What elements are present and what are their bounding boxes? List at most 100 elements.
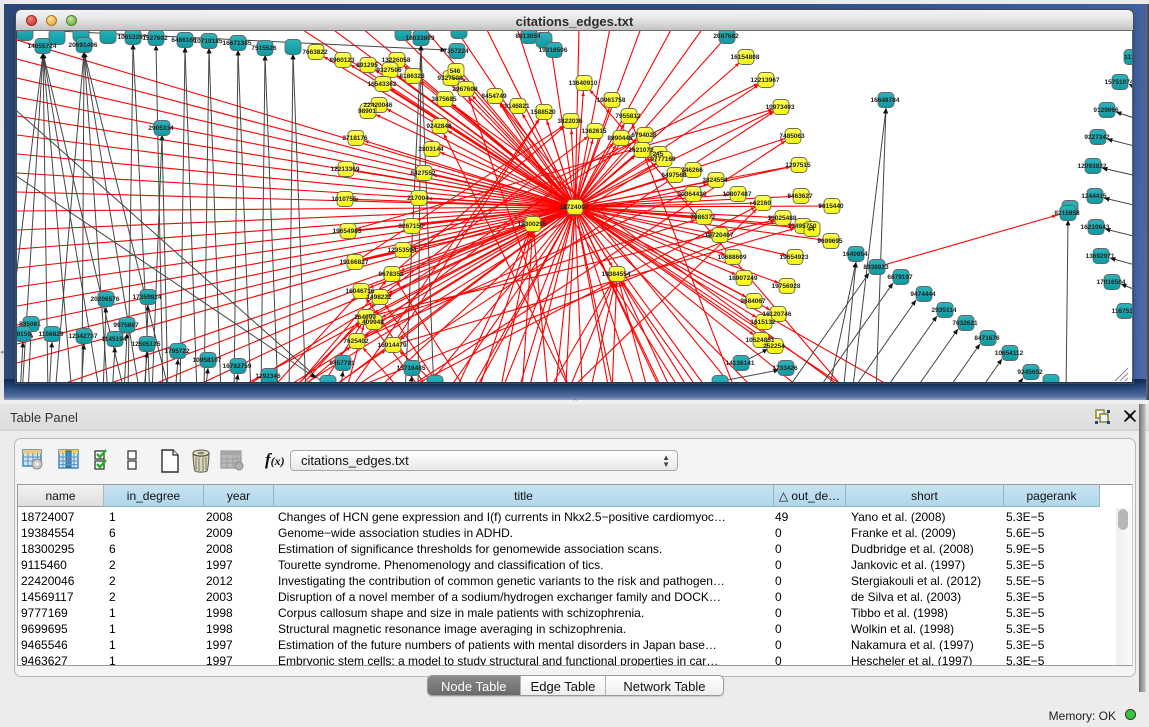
svg-text:7663822: 7663822 (302, 49, 328, 56)
svg-text:9777169: 9777169 (650, 156, 676, 163)
svg-text:19756928: 19756928 (772, 283, 801, 290)
svg-text:6497568: 6497568 (661, 172, 687, 179)
svg-text:2087682: 2087682 (713, 33, 739, 40)
svg-text:1640954: 1640954 (842, 251, 868, 258)
svg-text:10958107: 10958107 (193, 357, 222, 364)
svg-text:1733426: 1733426 (772, 365, 798, 372)
svg-text:9327506: 9327506 (376, 67, 402, 74)
svg-text:1362615: 1362615 (581, 128, 607, 135)
svg-text:7515526: 7515526 (251, 45, 277, 52)
svg-text:9463627: 9463627 (787, 193, 813, 200)
svg-text:13226058: 13226058 (382, 57, 411, 64)
svg-text:7357224: 7357224 (443, 48, 469, 55)
svg-text:6879197: 6879197 (887, 274, 913, 281)
svg-text:2967608: 2967608 (452, 86, 478, 93)
svg-text:16543362: 16543362 (368, 81, 397, 88)
svg-text:9327508: 9327508 (437, 75, 463, 82)
svg-text:409948: 409948 (362, 319, 384, 326)
svg-text:546: 546 (450, 68, 461, 75)
svg-text:19218506: 19218506 (539, 47, 568, 54)
svg-text:7485063: 7485063 (779, 133, 805, 140)
svg-text:9245652: 9245652 (1017, 369, 1043, 376)
svg-text:44: 44 (807, 226, 815, 233)
svg-text:1297515: 1297515 (785, 162, 811, 169)
svg-text:1527602: 1527602 (142, 35, 168, 42)
svg-text:2718176: 2718176 (342, 135, 368, 142)
svg-text:1156829: 1156829 (39, 331, 64, 338)
svg-text:10025488: 10025488 (768, 215, 797, 222)
svg-text:19654923: 19654923 (780, 254, 809, 261)
svg-text:8990448: 8990448 (607, 135, 633, 142)
svg-text:17016504: 17016504 (1097, 279, 1126, 286)
svg-text:9975867: 9975867 (113, 322, 139, 329)
svg-text:12213369: 12213369 (331, 166, 360, 173)
svg-text:1244415: 1244415 (1081, 193, 1107, 200)
svg-text:12505135: 12505135 (132, 341, 161, 348)
svg-text:16671385: 16671385 (223, 40, 252, 47)
svg-text:252254: 252254 (763, 343, 785, 350)
svg-text:12093832: 12093832 (1078, 163, 1107, 170)
svg-text:9815440: 9815440 (818, 203, 844, 210)
svg-text:835061: 835061 (19, 321, 41, 328)
svg-text:8678352: 8678352 (378, 271, 404, 278)
svg-text:9474444: 9474444 (910, 291, 936, 298)
svg-text:2803144: 2803144 (418, 146, 444, 153)
svg-text:3267150: 3267150 (398, 223, 424, 230)
svg-text:7986372: 7986372 (690, 214, 716, 221)
svg-text:7625402: 7625402 (343, 338, 369, 345)
svg-text:19384554: 19384554 (602, 271, 631, 278)
svg-text:39159: 39159 (17, 331, 31, 338)
svg-text:16210643: 16210643 (1081, 224, 1110, 231)
svg-text:14136141: 14136141 (726, 360, 755, 367)
svg-text:9129966: 9129966 (1093, 107, 1119, 114)
svg-text:891295: 891295 (356, 62, 378, 69)
svg-text:7632621: 7632621 (952, 320, 978, 327)
svg-text:15720407: 15720407 (705, 232, 734, 239)
svg-text:8454749: 8454749 (481, 93, 507, 100)
svg-text:19654983: 19654983 (333, 228, 362, 235)
svg-text:12342737: 12342737 (69, 333, 98, 340)
svg-text:16914479: 16914479 (378, 342, 407, 349)
svg-text:16648784: 16648784 (871, 97, 900, 104)
svg-text:20206576: 20206576 (91, 296, 120, 303)
svg-text:6794028: 6794028 (631, 132, 657, 139)
svg-text:10654112: 10654112 (995, 350, 1024, 357)
svg-text:1112: 1112 (1124, 54, 1132, 61)
svg-text:2905334: 2905334 (148, 125, 174, 132)
svg-text:15716485: 15716485 (397, 365, 426, 372)
svg-text:9684067: 9684067 (740, 298, 766, 305)
svg-text:17359924: 17359924 (133, 294, 162, 301)
svg-text:1167531: 1167531 (1112, 308, 1132, 315)
svg-text:3822036: 3822036 (557, 118, 583, 125)
svg-text:1145194: 1145194 (102, 336, 127, 343)
svg-text:1498222: 1498222 (366, 294, 392, 301)
svg-text:16120746: 16120746 (763, 311, 792, 318)
svg-text:98901: 98901 (358, 108, 376, 115)
svg-text:8960123: 8960123 (329, 57, 355, 64)
svg-text:3875685: 3875685 (431, 96, 457, 103)
svg-text:9242848: 9242848 (426, 123, 452, 130)
svg-text:8215958: 8215958 (1054, 210, 1080, 217)
svg-text:1588520: 1588520 (530, 109, 556, 116)
svg-text:18300295: 18300295 (518, 221, 547, 228)
svg-text:3824554: 3824554 (702, 177, 728, 184)
svg-text:13692971: 13692971 (1086, 253, 1115, 260)
svg-text:20364436: 20364436 (678, 191, 707, 198)
svg-text:1292346: 1292346 (255, 373, 281, 380)
svg-text:12213967: 12213967 (751, 77, 780, 84)
svg-text:217004: 217004 (407, 195, 429, 202)
svg-text:18724007: 18724007 (560, 204, 589, 211)
svg-text:9146821: 9146821 (504, 103, 530, 110)
svg-text:8938923: 8938923 (863, 264, 889, 271)
svg-text:15751074: 15751074 (1105, 79, 1132, 86)
svg-text:7955812: 7955812 (615, 113, 641, 120)
svg-text:1010755: 1010755 (331, 196, 357, 203)
svg-text:13640910: 13640910 (569, 80, 598, 87)
svg-text:8427552: 8427552 (410, 170, 436, 177)
svg-text:20691406: 20691406 (69, 42, 98, 49)
svg-text:10688609: 10688609 (718, 254, 747, 261)
svg-text:1795722: 1795722 (164, 348, 190, 355)
svg-text:12353594: 12353594 (388, 247, 417, 254)
svg-text:62160: 62160 (753, 200, 771, 207)
svg-text:16782759: 16782759 (223, 363, 252, 370)
